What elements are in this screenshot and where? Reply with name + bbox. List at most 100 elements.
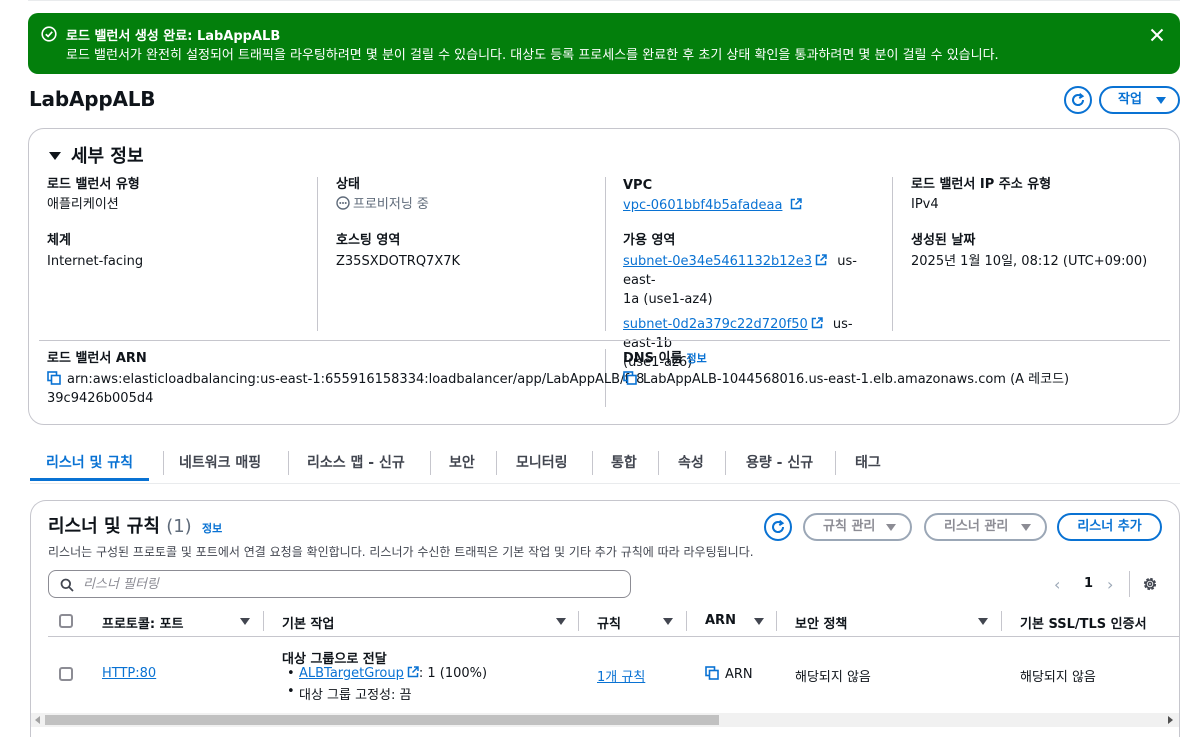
listener-filter[interactable]: [48, 570, 631, 598]
column-header-security-policy[interactable]: 보안 정책: [795, 613, 847, 632]
listeners-title: 리스너 및 규칙: [48, 516, 160, 537]
copy-icon[interactable]: [623, 371, 637, 385]
tab-security[interactable]: 보안: [449, 447, 475, 481]
default-action-title: 대상 그룹으로 전달: [282, 652, 387, 667]
tab-divider: [496, 451, 497, 475]
external-link-icon: [407, 666, 419, 678]
caret-down-icon[interactable]: [240, 618, 250, 625]
tabs: 리스너 및 규칙 네트워크 매핑 리소스 맵 - 신규 보안 모니터링 통합 속…: [30, 447, 1180, 484]
security-policy-cell: 해당되지 않음: [795, 670, 871, 685]
table-header-line: [48, 636, 1179, 637]
tab-resource-map[interactable]: 리소스 맵 - 신규: [307, 447, 405, 481]
tab-attributes[interactable]: 속성: [678, 447, 704, 481]
listeners-count: (1): [166, 516, 192, 537]
external-link-icon: [815, 254, 827, 266]
arn-value-line2: 39c9426b005d4: [47, 391, 154, 406]
column-header-rules[interactable]: 규칙: [597, 613, 621, 632]
column-header-default-action[interactable]: 기본 작업: [282, 613, 334, 632]
tabs-underline: [30, 483, 1180, 484]
manage-listeners-label: 리스너 관리: [944, 519, 1009, 534]
scheme-value: Internet-facing: [47, 254, 144, 269]
target-group-link[interactable]: ALBTargetGroup: [299, 666, 404, 681]
caret-down-icon[interactable]: [978, 618, 988, 625]
scheme-label: 체계: [47, 233, 71, 248]
hosted-zone-field: 호스팅 영역 Z35SXDOTRQ7X7K: [336, 232, 460, 271]
column-header-protocol[interactable]: 프로토콜: 포트: [102, 613, 184, 632]
caret-down-icon[interactable]: [556, 618, 566, 625]
dns-field: DNS 이름 정보 LabAppALB-1044568016.us-east-1.…: [623, 350, 1069, 389]
column-divider: [578, 611, 579, 631]
row-divider: [39, 340, 1170, 341]
arn-value-line1: arn:aws:elasticloadbalancing:us-east-1:6…: [67, 372, 645, 387]
ip-type-value: IPv4: [911, 197, 939, 212]
caret-down-icon[interactable]: [663, 618, 673, 625]
column-header-certificate[interactable]: 기본 SSL/TLS 인증서: [1020, 613, 1147, 632]
scroll-left-arrow-icon[interactable]: [35, 716, 40, 724]
chevron-right-icon[interactable]: ›: [1107, 575, 1113, 594]
add-listener-button[interactable]: 리스너 추가: [1057, 513, 1162, 541]
flash-title: 로드 밸런서 생성 완료: LabAppALB: [66, 29, 281, 44]
page-number[interactable]: 1: [1084, 576, 1093, 591]
refresh-button[interactable]: [1064, 86, 1092, 114]
created-label: 생성된 날짜: [911, 233, 976, 248]
subnet-link-1[interactable]: subnet-0e34e5461132b12e3: [623, 254, 812, 269]
external-link-icon: [790, 198, 802, 210]
column-divider: [263, 611, 264, 631]
caret-down-icon[interactable]: [754, 618, 764, 625]
details-title[interactable]: 세부 정보: [71, 142, 144, 168]
listeners-info-link[interactable]: 정보: [202, 522, 222, 535]
search-input[interactable]: [83, 575, 613, 593]
tab-divider: [658, 451, 659, 475]
rules-link[interactable]: 1개 규칙: [597, 666, 645, 685]
row-checkbox[interactable]: [59, 667, 73, 681]
vpc-field: VPC vpc-0601bbf4b5afadeaa: [623, 177, 802, 215]
manage-rules-button[interactable]: 규칙 관리: [803, 513, 912, 541]
tab-monitoring[interactable]: 모니터링: [516, 447, 568, 481]
az-1-suffix-b: 1a (use1-az4): [623, 292, 713, 307]
copy-icon[interactable]: [47, 371, 61, 385]
details-container: 세부 정보 로드 밸런서 유형 애플리케이션 상태 프로비저닝 중 VPC vp…: [28, 128, 1180, 425]
arn-label: 로드 밸런서 ARN: [47, 351, 147, 366]
arn-field: 로드 밸런서 ARN arn:aws:elasticloadbalancing:…: [47, 350, 644, 408]
horizontal-scrollbar[interactable]: [31, 713, 1179, 727]
manage-listeners-button[interactable]: 리스너 관리: [924, 513, 1047, 541]
dns-label-wrap: DNS 이름 정보: [623, 350, 1069, 367]
tab-integrations[interactable]: 통합: [611, 447, 637, 481]
tab-listeners-rules[interactable]: 리스너 및 규칙: [30, 447, 150, 481]
caret-down-icon: [1021, 524, 1031, 531]
search-icon: [60, 578, 74, 592]
lb-type-field: 로드 밸런서 유형 애플리케이션: [47, 176, 140, 214]
column-divider: [892, 177, 893, 331]
copy-icon[interactable]: [705, 666, 719, 680]
select-all-checkbox[interactable]: [59, 614, 73, 628]
created-field: 생성된 날짜 2025년 1월 10일, 08:12 (UTC+09:00): [911, 232, 1147, 271]
dns-info-link[interactable]: 정보: [686, 352, 706, 365]
protocol-port-link[interactable]: HTTP:80: [102, 666, 156, 681]
tab-tags[interactable]: 태그: [855, 447, 881, 481]
tab-network-mapping[interactable]: 네트워크 매핑: [179, 447, 261, 481]
tab-resource-map-label: 리소스 맵 - 신규: [307, 455, 405, 471]
tab-capacity[interactable]: 용량 - 신규: [746, 447, 813, 481]
az-item-1: subnet-0e34e5461132b12e3 us-east- 1a (us…: [623, 252, 873, 309]
subnet-link-2[interactable]: subnet-0d2a379c22d720f50: [623, 317, 808, 332]
caret-down-icon[interactable]: [49, 152, 61, 160]
column-divider: [686, 611, 687, 631]
success-flash-banner: 로드 밸런서 생성 완료: LabAppALB 로드 밸런서가 완전히 설정되어…: [28, 13, 1180, 74]
stickiness-item: 대상 그룹 고정성: 끔: [287, 684, 412, 703]
caret-down-icon: [886, 524, 896, 531]
listeners-refresh-button[interactable]: [764, 513, 792, 541]
close-icon[interactable]: [1148, 26, 1166, 44]
state-field: 상태 프로비저닝 중: [336, 176, 429, 214]
scroll-right-arrow-icon[interactable]: [1168, 716, 1173, 724]
column-header-arn[interactable]: ARN: [705, 613, 736, 628]
page-title: LabAppALB: [29, 87, 156, 111]
refresh-icon: [772, 520, 785, 533]
vpc-link[interactable]: vpc-0601bbf4b5afadeaa: [623, 198, 782, 213]
tab-divider: [835, 451, 836, 475]
arn-cell-label: ARN: [725, 667, 753, 682]
az-label: 가용 영역: [623, 233, 676, 248]
scrollbar-thumb[interactable]: [45, 715, 719, 725]
actions-dropdown-button[interactable]: 작업: [1099, 86, 1180, 114]
chevron-left-icon[interactable]: ‹: [1054, 575, 1060, 594]
gear-icon[interactable]: [1141, 575, 1159, 593]
